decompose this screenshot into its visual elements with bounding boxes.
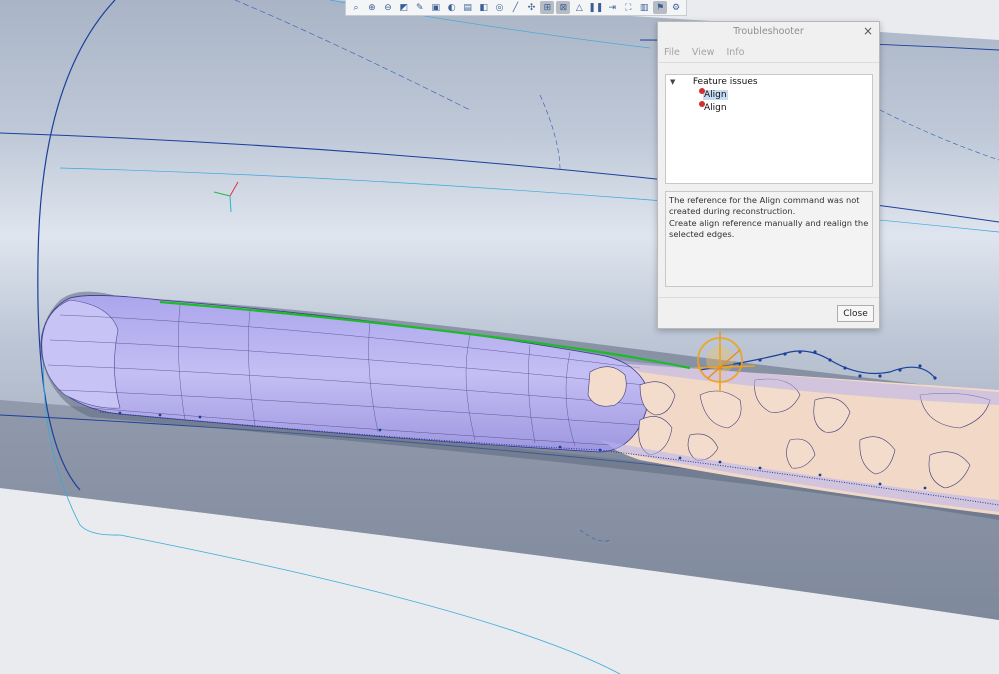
zoom-fit-icon[interactable]: ⌕ [349,1,363,14]
hide-icon[interactable]: ◎ [493,1,507,14]
measure-icon[interactable]: ✎ [413,1,427,14]
tree-root-row[interactable]: ▼ Feature issues [670,76,758,88]
error-status-icon [699,88,705,94]
tree-item-label: Align [703,90,728,100]
view-toolbar: ⌕ ⊕ ⊖ ◩ ✎ ▣ ◐ ▤ ◧ ◎ ╱ ✣ ⊞ ⊠ △ ❚❚ ⇥ ⛶ ▥ ⚑ ⚙ [345,0,687,16]
troubleshooter-icon[interactable]: ⚑ [653,1,668,14]
tree-item-align-2[interactable]: Align [699,101,728,114]
menu-view[interactable]: View [692,47,715,58]
troubleshooter-dialog: Troubleshooter × File View Info ▼ Featur… [657,21,880,329]
zoom-in-icon[interactable]: ⊕ [365,1,379,14]
menu-file[interactable]: File [664,47,680,58]
footer-divider [658,297,879,298]
settings-icon[interactable]: ⚙ [669,1,683,14]
pause-icon[interactable]: ❚❚ [588,1,603,14]
step-icon[interactable]: ⇥ [605,1,619,14]
view-cube-icon[interactable]: ▣ [429,1,443,14]
expand-caret-icon[interactable]: ▼ [670,76,682,88]
close-icon[interactable]: × [863,24,873,38]
tree-root-label: Feature issues [692,77,758,87]
sketch-line-icon[interactable]: ╱ [509,1,523,14]
dialog-title: Troubleshooter [733,26,804,37]
menu-info[interactable]: Info [726,47,744,58]
transform-icon[interactable]: ⊠ [556,1,571,14]
scene-icon[interactable]: ▥ [637,1,651,14]
snap-icon[interactable]: ✣ [524,1,538,14]
render-mode-icon[interactable]: ◐ [445,1,459,14]
tree-item-align-1[interactable]: Align [699,88,728,101]
issues-tree[interactable]: ▼ Feature issues Align Align [665,74,873,184]
display-style-icon[interactable]: ◧ [477,1,491,14]
tree-item-label: Align [704,103,727,113]
issue-description: The reference for the Align command was … [665,191,873,287]
menu-divider [658,62,879,63]
view-plane-icon[interactable]: ◩ [397,1,411,14]
dialog-menu-bar: File View Info [664,47,744,58]
fit-selection-icon[interactable]: ⛶ [621,1,635,14]
description-line: The reference for the Align command was … [669,195,863,217]
close-button[interactable]: Close [837,305,874,322]
description-line: Create align reference manually and real… [669,217,871,239]
align-mode-icon[interactable]: ⊞ [540,1,555,14]
error-status-icon [699,101,705,107]
section-icon[interactable]: ▤ [461,1,475,14]
mesh-icon[interactable]: △ [572,1,586,14]
zoom-out-icon[interactable]: ⊖ [381,1,395,14]
